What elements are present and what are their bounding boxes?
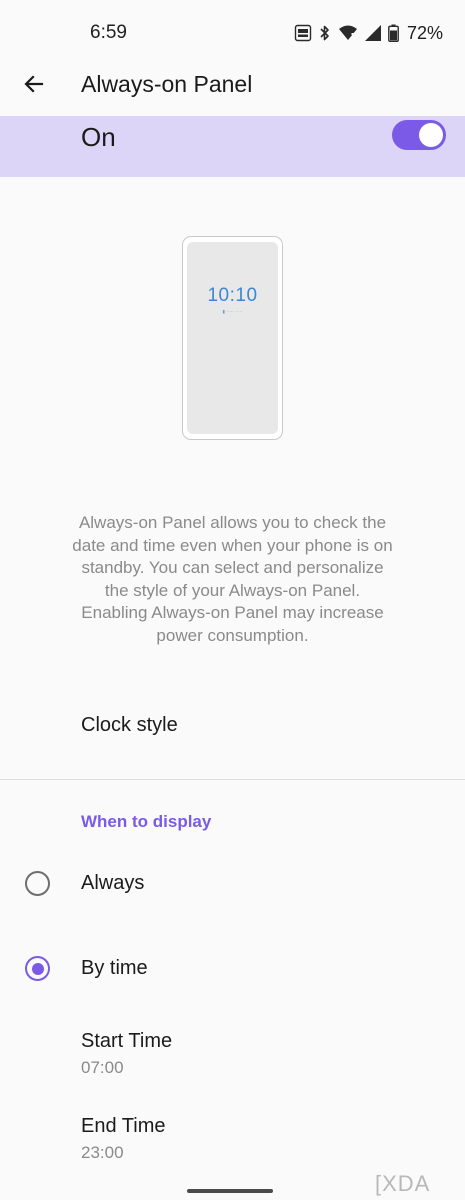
always-on-preview-phone: 10:10 ▮ ····· ····· [182,236,283,440]
end-time-item[interactable]: End Time 23:00 [81,1115,165,1163]
master-toggle-switch[interactable] [392,120,446,150]
battery-icon [388,24,399,42]
when-to-display-header: When to display [81,812,212,831]
radio-by-time[interactable] [25,956,50,981]
preview-screen: 10:10 ▮ ····· ····· [187,242,278,434]
section-divider [0,779,465,780]
status-bar: 6:59 72% [0,0,465,64]
start-time-value: 07:00 [81,1058,124,1077]
home-gesture-bar[interactable] [187,1189,273,1193]
preview-clock: 10:10 [207,285,258,306]
start-time-label: Start Time [81,1030,173,1052]
status-time: 6:59 [90,22,127,43]
cellular-signal-icon [364,24,382,42]
end-time-value: 23:00 [81,1143,124,1162]
toggle-knob [419,123,443,147]
xda-watermark: [XDA [375,1171,431,1196]
page-title: Always-on Panel [81,71,253,97]
radio-always[interactable] [25,871,50,896]
status-icons: 72% [294,22,443,44]
option-always[interactable]: Always [0,858,465,908]
bluetooth-icon [318,24,332,42]
top-app-bar: Always-on Panel [0,64,465,116]
master-switch-row[interactable]: On [0,116,465,177]
wifi-icon [338,24,358,42]
option-by-time[interactable]: By time [0,943,465,993]
start-time-item[interactable]: Start Time 07:00 [81,1030,172,1078]
back-button[interactable] [14,66,54,106]
master-switch-label: On [81,122,116,152]
option-label: By time [81,957,148,979]
watermark-text: XDA [382,1171,431,1196]
end-time-label: End Time [81,1115,166,1137]
refresh-rate-120hz-icon [294,24,312,42]
description-text: Always-on Panel allows you to check the … [72,513,393,645]
arrow-left-icon [22,72,46,101]
preview-date-line: ▮ ····· ····· [222,309,243,314]
clock-style-item[interactable]: Clock style [81,714,178,737]
option-label: Always [81,872,145,894]
battery-percent: 72% [406,22,443,43]
